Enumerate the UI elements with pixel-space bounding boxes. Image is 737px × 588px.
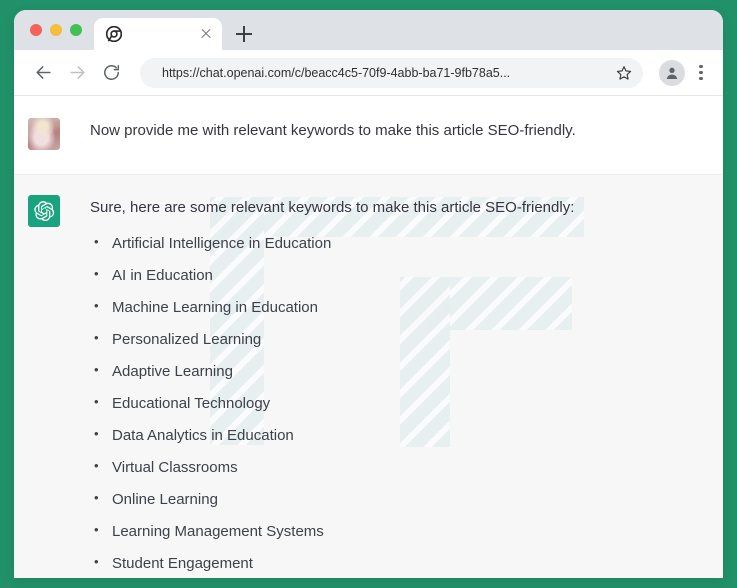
close-window-button[interactable] <box>30 24 42 36</box>
menu-dot <box>699 64 703 68</box>
assistant-message-text: Sure, here are some relevant keywords to… <box>90 199 575 216</box>
list-item: Machine Learning in Education <box>90 296 703 320</box>
browser-toolbar: https://chat.openai.com/c/beacc4c5-70f9-… <box>14 50 723 96</box>
forward-button[interactable] <box>62 58 92 88</box>
window-traffic-lights <box>24 10 94 50</box>
bookmark-star-icon[interactable] <box>615 64 633 82</box>
chatgpt-logo-avatar <box>28 195 60 227</box>
list-item: Artificial Intelligence in Education <box>90 232 703 256</box>
browser-window: https://chat.openai.com/c/beacc4c5-70f9-… <box>14 10 723 578</box>
list-item: Educational Technology <box>90 392 703 416</box>
list-item: Learning Management Systems <box>90 520 703 544</box>
minimize-window-button[interactable] <box>50 24 62 36</box>
close-tab-icon[interactable] <box>198 26 214 42</box>
list-item: Virtual Classrooms <box>90 456 703 480</box>
menu-dot <box>699 77 703 81</box>
list-item: Personalized Learning <box>90 328 703 352</box>
chrome-logo-icon <box>105 25 123 43</box>
profile-avatar-icon[interactable] <box>659 59 685 86</box>
chat-message-assistant: Sure, here are some relevant keywords to… <box>14 174 723 578</box>
list-item: Online Learning <box>90 488 703 512</box>
new-tab-button[interactable] <box>230 20 258 48</box>
user-message-text: Now provide me with relevant keywords to… <box>90 122 576 139</box>
browser-tab[interactable] <box>94 18 222 50</box>
menu-dot <box>699 70 703 75</box>
list-item: Data Analytics in Education <box>90 424 703 448</box>
list-item: Adaptive Learning <box>90 360 703 384</box>
assistant-message-body: Sure, here are some relevant keywords to… <box>60 193 703 578</box>
list-item: AI in Education <box>90 264 703 288</box>
browser-menu-button[interactable] <box>689 60 713 86</box>
user-message-body: Now provide me with relevant keywords to… <box>60 116 703 154</box>
address-bar-url: https://chat.openai.com/c/beacc4c5-70f9-… <box>162 65 511 80</box>
reload-button[interactable] <box>96 58 126 88</box>
keyword-list: Artificial Intelligence in Education AI … <box>90 232 703 578</box>
address-bar[interactable]: https://chat.openai.com/c/beacc4c5-70f9-… <box>140 57 643 88</box>
chat-page: Now provide me with relevant keywords to… <box>14 96 723 578</box>
chat-message-user: Now provide me with relevant keywords to… <box>14 96 723 174</box>
user-photo-avatar <box>28 118 60 150</box>
tab-strip <box>14 10 723 50</box>
back-button[interactable] <box>28 58 58 88</box>
maximize-window-button[interactable] <box>70 24 82 36</box>
list-item: Student Engagement <box>90 552 703 576</box>
